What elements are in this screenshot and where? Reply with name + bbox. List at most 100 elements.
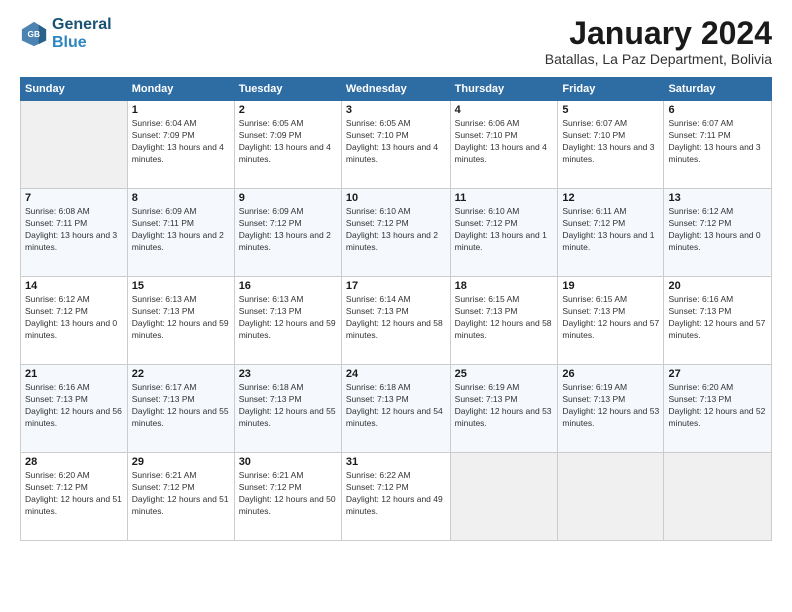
day-number: 1 [132, 104, 230, 116]
day-number: 31 [346, 456, 446, 468]
day-info: Sunrise: 6:16 AMSunset: 7:13 PMDaylight:… [668, 294, 767, 342]
location-subtitle: Batallas, La Paz Department, Bolivia [545, 51, 772, 67]
day-info: Sunrise: 6:08 AMSunset: 7:11 PMDaylight:… [25, 206, 123, 254]
day-info: Sunrise: 6:10 AMSunset: 7:12 PMDaylight:… [455, 206, 554, 254]
logo: GB General Blue [20, 16, 112, 51]
day-number: 2 [239, 104, 337, 116]
day-number: 28 [25, 456, 123, 468]
calendar-cell: 18Sunrise: 6:15 AMSunset: 7:13 PMDayligh… [450, 277, 558, 365]
day-number: 20 [668, 280, 767, 292]
calendar-cell: 25 Sunrise: 6:19 AMSunset: 7:13 PMDayligh… [450, 365, 558, 453]
day-info: Sunrise: 6:13 AMSunset: 7:13 PMDaylight:… [132, 294, 230, 342]
weekday-header: Sunday [21, 78, 128, 101]
day-number: 13 [668, 192, 767, 204]
calendar-cell: 3Sunrise: 6:05 AMSunset: 7:10 PMDaylight… [341, 101, 450, 189]
month-title: January 2024 [545, 16, 772, 51]
day-info: Sunrise: 6:07 AMSunset: 7:11 PMDaylight:… [668, 118, 767, 166]
calendar-week-row: 28 Sunrise: 6:20 AMSunset: 7:12 PMDayligh… [21, 453, 772, 541]
day-number: 19 [562, 280, 659, 292]
weekday-header: Monday [127, 78, 234, 101]
day-number: 21 [25, 368, 123, 380]
day-number: 18 [455, 280, 554, 292]
day-number: 12 [562, 192, 659, 204]
day-info: Sunrise: 6:07 AMSunset: 7:10 PMDaylight:… [562, 118, 659, 166]
day-number: 8 [132, 192, 230, 204]
calendar-week-row: 21 Sunrise: 6:16 AMSunset: 7:13 PMDayligh… [21, 365, 772, 453]
calendar-cell: 29Sunrise: 6:21 AMSunset: 7:12 PMDayligh… [127, 453, 234, 541]
day-number: 6 [668, 104, 767, 116]
day-number: 14 [25, 280, 123, 292]
day-number: 15 [132, 280, 230, 292]
day-number: 7 [25, 192, 123, 204]
calendar-cell: 1 Sunrise: 6:04 AMSunset: 7:09 PMDaylight… [127, 101, 234, 189]
day-info: Sunrise: 6:14 AMSunset: 7:13 PMDaylight:… [346, 294, 446, 342]
calendar-cell: 26 Sunrise: 6:19 AMSunset: 7:13 PMDayligh… [558, 365, 664, 453]
weekday-header: Saturday [664, 78, 772, 101]
day-info: Sunrise: 6:12 AMSunset: 7:12 PMDaylight:… [668, 206, 767, 254]
calendar-cell: 23 Sunrise: 6:18 AMSunset: 7:13 PMDayligh… [234, 365, 341, 453]
calendar-week-row: 7 Sunrise: 6:08 AMSunset: 7:11 PMDaylight… [21, 189, 772, 277]
day-info: Sunrise: 6:06 AMSunset: 7:10 PMDaylight:… [455, 118, 554, 166]
calendar-cell: 12 Sunrise: 6:11 AMSunset: 7:12 PMDayligh… [558, 189, 664, 277]
title-section: January 2024 Batallas, La Paz Department… [545, 16, 772, 67]
calendar-cell: 21 Sunrise: 6:16 AMSunset: 7:13 PMDayligh… [21, 365, 128, 453]
calendar-cell: 19Sunrise: 6:15 AMSunset: 7:13 PMDayligh… [558, 277, 664, 365]
day-info: Sunrise: 6:13 AMSunset: 7:13 PMDaylight:… [239, 294, 337, 342]
day-number: 30 [239, 456, 337, 468]
calendar-cell: 7 Sunrise: 6:08 AMSunset: 7:11 PMDaylight… [21, 189, 128, 277]
calendar-cell: 31 Sunrise: 6:22 AMSunset: 7:12 PMDayligh… [341, 453, 450, 541]
day-number: 22 [132, 368, 230, 380]
calendar-cell [664, 453, 772, 541]
day-info: Sunrise: 6:20 AMSunset: 7:13 PMDaylight:… [668, 382, 767, 430]
weekday-header: Tuesday [234, 78, 341, 101]
day-info: Sunrise: 6:19 AMSunset: 7:13 PMDaylight:… [562, 382, 659, 430]
day-info: Sunrise: 6:09 AMSunset: 7:11 PMDaylight:… [132, 206, 230, 254]
day-info: Sunrise: 6:04 AMSunset: 7:09 PMDaylight:… [132, 118, 230, 166]
day-number: 10 [346, 192, 446, 204]
day-number: 3 [346, 104, 446, 116]
calendar-cell: 8 Sunrise: 6:09 AMSunset: 7:11 PMDaylight… [127, 189, 234, 277]
calendar-body: 1 Sunrise: 6:04 AMSunset: 7:09 PMDaylight… [21, 101, 772, 541]
day-number: 4 [455, 104, 554, 116]
calendar-cell [558, 453, 664, 541]
day-info: Sunrise: 6:19 AMSunset: 7:13 PMDaylight:… [455, 382, 554, 430]
svg-text:GB: GB [27, 28, 40, 38]
day-info: Sunrise: 6:05 AMSunset: 7:09 PMDaylight:… [239, 118, 337, 166]
day-info: Sunrise: 6:18 AMSunset: 7:13 PMDaylight:… [239, 382, 337, 430]
calendar-cell: 13 Sunrise: 6:12 AMSunset: 7:12 PMDayligh… [664, 189, 772, 277]
calendar-cell: 14 Sunrise: 6:12 AMSunset: 7:12 PMDayligh… [21, 277, 128, 365]
calendar-cell: 20 Sunrise: 6:16 AMSunset: 7:13 PMDayligh… [664, 277, 772, 365]
calendar-cell: 22Sunrise: 6:17 AMSunset: 7:13 PMDayligh… [127, 365, 234, 453]
day-info: Sunrise: 6:16 AMSunset: 7:13 PMDaylight:… [25, 382, 123, 430]
day-number: 27 [668, 368, 767, 380]
header: GB General Blue January 2024 Batallas, L… [20, 16, 772, 67]
calendar-week-row: 1 Sunrise: 6:04 AMSunset: 7:09 PMDaylight… [21, 101, 772, 189]
calendar-cell: 2 Sunrise: 6:05 AMSunset: 7:09 PMDaylight… [234, 101, 341, 189]
calendar-cell: 5 Sunrise: 6:07 AMSunset: 7:10 PMDaylight… [558, 101, 664, 189]
day-number: 26 [562, 368, 659, 380]
calendar-cell: 4 Sunrise: 6:06 AMSunset: 7:10 PMDaylight… [450, 101, 558, 189]
calendar-cell [450, 453, 558, 541]
calendar-cell: 24Sunrise: 6:18 AMSunset: 7:13 PMDayligh… [341, 365, 450, 453]
day-number: 23 [239, 368, 337, 380]
day-info: Sunrise: 6:12 AMSunset: 7:12 PMDaylight:… [25, 294, 123, 342]
day-info: Sunrise: 6:11 AMSunset: 7:12 PMDaylight:… [562, 206, 659, 254]
calendar-cell: 30Sunrise: 6:21 AMSunset: 7:12 PMDayligh… [234, 453, 341, 541]
day-info: Sunrise: 6:21 AMSunset: 7:12 PMDaylight:… [132, 470, 230, 518]
weekday-header: Friday [558, 78, 664, 101]
weekday-header: Wednesday [341, 78, 450, 101]
day-info: Sunrise: 6:18 AMSunset: 7:13 PMDaylight:… [346, 382, 446, 430]
day-number: 16 [239, 280, 337, 292]
calendar-cell: 6 Sunrise: 6:07 AMSunset: 7:11 PMDaylight… [664, 101, 772, 189]
day-number: 5 [562, 104, 659, 116]
calendar-cell: 10Sunrise: 6:10 AMSunset: 7:12 PMDayligh… [341, 189, 450, 277]
calendar-cell: 28 Sunrise: 6:20 AMSunset: 7:12 PMDayligh… [21, 453, 128, 541]
day-number: 25 [455, 368, 554, 380]
day-number: 9 [239, 192, 337, 204]
calendar-cell: 16 Sunrise: 6:13 AMSunset: 7:13 PMDayligh… [234, 277, 341, 365]
calendar-cell [21, 101, 128, 189]
day-info: Sunrise: 6:20 AMSunset: 7:12 PMDaylight:… [25, 470, 123, 518]
day-number: 17 [346, 280, 446, 292]
day-info: Sunrise: 6:22 AMSunset: 7:12 PMDaylight:… [346, 470, 446, 518]
logo-icon: GB [20, 20, 48, 48]
